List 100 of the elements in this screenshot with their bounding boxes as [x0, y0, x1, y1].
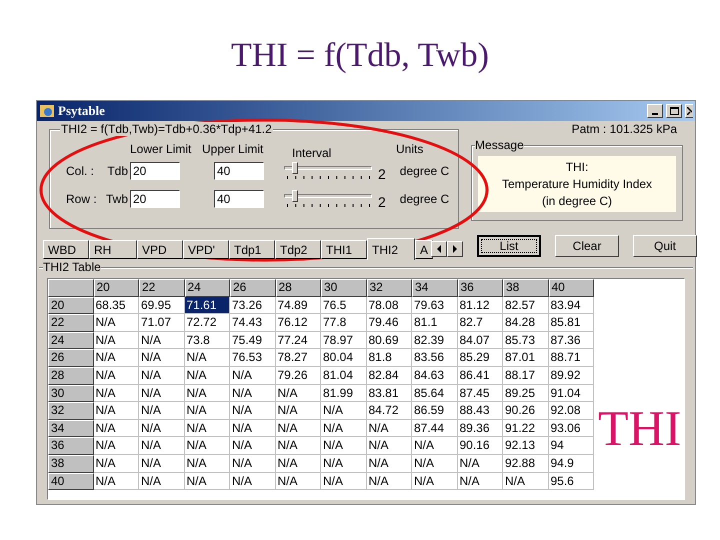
table-cell[interactable]: 78.08 — [366, 296, 412, 314]
table-cell[interactable]: 82.39 — [412, 332, 458, 350]
table-cell[interactable]: 84.63 — [412, 366, 458, 385]
table-cell[interactable]: N/A — [139, 384, 184, 402]
table-cell[interactable]: 89.25 — [503, 384, 548, 402]
table-cell[interactable]: 91.22 — [503, 420, 548, 438]
table-cell[interactable]: N/A — [139, 437, 184, 455]
table-cell[interactable]: 80.04 — [321, 349, 366, 367]
table-cell[interactable]: 91.04 — [548, 384, 594, 402]
table-cell[interactable]: 74.89 — [276, 296, 321, 314]
table-cell[interactable]: N/A — [184, 402, 230, 420]
table-cell[interactable]: N/A — [94, 366, 139, 385]
table-cell[interactable]: N/A — [412, 437, 458, 455]
table-cell[interactable]: N/A — [94, 472, 139, 490]
scroll-left-button[interactable] — [431, 241, 447, 257]
dialog-button[interactable]: Clear — [555, 235, 619, 257]
table-cell[interactable]: N/A — [458, 472, 503, 490]
tab[interactable]: A — [415, 240, 433, 259]
interval-slider[interactable] — [284, 190, 372, 208]
table-cell[interactable]: 84.07 — [458, 332, 503, 350]
tab[interactable]: RH — [89, 240, 137, 259]
table-cell[interactable]: N/A — [139, 454, 184, 473]
table-cell[interactable]: 83.81 — [366, 384, 412, 402]
table-cell[interactable]: N/A — [230, 472, 276, 490]
dialog-button[interactable]: List — [477, 235, 541, 257]
table-cell[interactable]: N/A — [94, 454, 139, 473]
table-cell[interactable]: 72.72 — [184, 314, 230, 332]
table-cell[interactable]: N/A — [94, 437, 139, 455]
table-cell[interactable]: 83.94 — [548, 296, 594, 314]
table-cell[interactable]: 85.29 — [458, 349, 503, 367]
table-cell[interactable]: 87.45 — [458, 384, 503, 402]
table-cell[interactable]: N/A — [276, 437, 321, 455]
table-cell[interactable]: 80.69 — [366, 332, 412, 350]
table-cell[interactable]: N/A — [139, 332, 184, 350]
table-cell[interactable]: N/A — [230, 420, 276, 438]
table-cell[interactable]: N/A — [503, 472, 548, 490]
table-cell[interactable]: 78.97 — [321, 332, 366, 350]
table-cell[interactable]: 77.8 — [321, 314, 366, 332]
table-cell[interactable]: 94 — [548, 437, 594, 455]
table-cell[interactable]: 79.63 — [412, 296, 458, 314]
table-cell[interactable]: N/A — [321, 420, 366, 438]
table-cell[interactable]: N/A — [321, 472, 366, 490]
table-cell[interactable]: N/A — [94, 402, 139, 420]
table-cell[interactable]: 79.26 — [276, 366, 321, 385]
table-cell[interactable]: 73.8 — [184, 332, 230, 350]
table-cell[interactable]: N/A — [276, 472, 321, 490]
table-cell[interactable]: N/A — [276, 454, 321, 473]
table-cell[interactable]: N/A — [366, 437, 412, 455]
table-cell[interactable]: 69.95 — [139, 296, 184, 314]
table-cell[interactable]: 76.12 — [276, 314, 321, 332]
table-cell[interactable]: 87.01 — [503, 349, 548, 367]
maximize-button[interactable] — [666, 104, 682, 118]
table-cell[interactable]: N/A — [366, 420, 412, 438]
table-cell[interactable]: 75.49 — [230, 332, 276, 350]
table-cell[interactable]: 81.04 — [321, 366, 366, 385]
table-cell[interactable]: N/A — [139, 349, 184, 367]
tab[interactable]: THI2 — [367, 238, 415, 260]
table-cell[interactable]: 94.9 — [548, 454, 594, 473]
table-cell[interactable]: 74.43 — [230, 314, 276, 332]
upper-limit-field[interactable]: 40 — [214, 190, 264, 208]
table-cell[interactable]: 83.56 — [412, 349, 458, 367]
table-cell[interactable]: N/A — [139, 472, 184, 490]
table-cell[interactable]: 81.8 — [366, 349, 412, 367]
table-cell[interactable]: N/A — [184, 420, 230, 438]
table-cell[interactable]: N/A — [276, 384, 321, 402]
table-cell[interactable]: 86.59 — [412, 402, 458, 420]
lower-limit-field[interactable]: 20 — [130, 162, 180, 180]
table-cell[interactable]: 87.36 — [548, 332, 594, 350]
upper-limit-field[interactable]: 40 — [214, 162, 264, 180]
table-cell[interactable]: 84.28 — [503, 314, 548, 332]
tab[interactable]: WBD — [43, 240, 89, 259]
table-cell[interactable]: N/A — [230, 384, 276, 402]
table-cell[interactable]: 82.7 — [458, 314, 503, 332]
table-cell[interactable]: N/A — [184, 472, 230, 490]
close-button[interactable] — [685, 104, 693, 118]
table-cell[interactable]: 82.57 — [503, 296, 548, 314]
table-cell[interactable]: 89.36 — [458, 420, 503, 438]
table-cell[interactable]: 79.46 — [366, 314, 412, 332]
table-cell[interactable]: 93.06 — [548, 420, 594, 438]
table-cell[interactable]: 92.08 — [548, 402, 594, 420]
table-cell[interactable]: N/A — [230, 454, 276, 473]
tab[interactable]: VPD — [137, 240, 183, 259]
table-cell[interactable]: 78.27 — [276, 349, 321, 367]
table-cell[interactable]: 85.73 — [503, 332, 548, 350]
table-cell[interactable]: 86.41 — [458, 366, 503, 385]
table-cell[interactable]: 89.92 — [548, 366, 594, 385]
table-cell[interactable]: 73.26 — [230, 296, 276, 314]
table-cell[interactable]: 84.72 — [366, 402, 412, 420]
table-cell[interactable]: 95.6 — [548, 472, 594, 490]
table-cell[interactable]: N/A — [94, 314, 139, 332]
table-cell[interactable]: N/A — [94, 420, 139, 438]
table-cell[interactable]: N/A — [276, 402, 321, 420]
table-cell[interactable]: N/A — [139, 366, 184, 385]
interval-slider[interactable] — [284, 162, 372, 180]
table-cell[interactable]: N/A — [412, 454, 458, 473]
table-cell[interactable]: 88.71 — [548, 349, 594, 367]
table-cell[interactable]: 85.81 — [548, 314, 594, 332]
table-cell[interactable]: N/A — [230, 437, 276, 455]
table-cell[interactable]: N/A — [321, 437, 366, 455]
table-cell[interactable]: 81.1 — [412, 314, 458, 332]
